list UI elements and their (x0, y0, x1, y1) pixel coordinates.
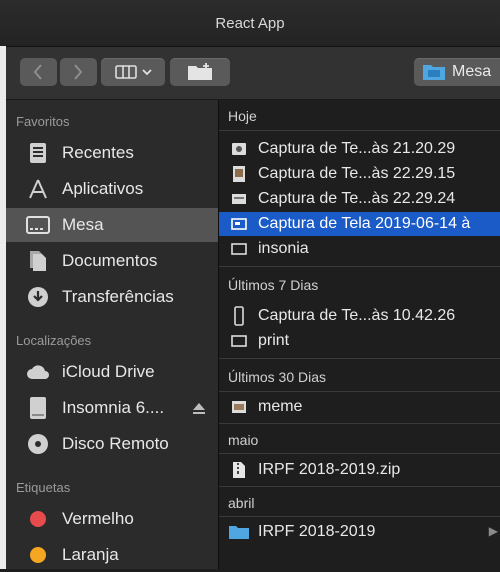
sidebar-item-label: Mesa (62, 215, 104, 234)
sidebar-item-insomnia-volume[interactable]: Insomnia 6.... (6, 391, 218, 425)
zip-file-icon (228, 459, 250, 481)
file-name: insonia (258, 240, 309, 257)
desktop-folder-icon (423, 65, 445, 80)
sidebar-item-label: Transferências (62, 287, 174, 306)
disclosure-arrow-icon: ▶ (488, 524, 498, 538)
sidebar-item-documents[interactable]: Documentos (6, 244, 218, 278)
screenshot-icon (228, 213, 250, 235)
sidebar-item-label: Laranja (62, 545, 119, 564)
screenshot-icon (228, 238, 250, 260)
sidebar-item-label: Vermelho (62, 509, 134, 528)
file-name: Captura de Te...às 22.29.24 (258, 190, 456, 207)
file-row[interactable]: meme (219, 395, 500, 419)
divider (219, 266, 500, 267)
documents-icon (26, 249, 50, 273)
divider (219, 516, 500, 517)
sidebar-item-label: Disco Remoto (62, 434, 169, 453)
divider (219, 358, 500, 359)
folder-row[interactable]: IRPF 2018-2019 ▶ (219, 520, 500, 544)
file-name: Captura de Te...às 21.20.29 (258, 140, 456, 157)
desktop-icon (26, 213, 50, 237)
tag-dot (30, 547, 46, 563)
file-name: Captura de Te...às 10.42.26 (258, 307, 456, 324)
file-name: IRPF 2018-2019 (258, 523, 376, 540)
toolbar: Mesa (6, 47, 500, 100)
disk-icon (26, 396, 50, 420)
file-row[interactable]: insonia (219, 237, 500, 261)
file-name: IRPF 2018-2019.zip (258, 461, 401, 478)
applications-icon (26, 177, 50, 201)
file-row[interactable]: Captura de Te...às 22.29.24 (219, 187, 500, 211)
location-label: Mesa (452, 63, 492, 80)
sidebar-item-tag-orange[interactable]: Laranja (6, 538, 218, 572)
sidebar-section-favorites: Favoritos (16, 114, 70, 129)
window-title: React App (215, 15, 285, 32)
group-header-today: Hoje (228, 108, 257, 124)
sidebar-item-label: Aplicativos (62, 179, 144, 198)
group-header-may: maio (228, 432, 259, 448)
columns-view-icon (114, 65, 137, 79)
file-name: meme (258, 398, 303, 415)
chevron-left-icon (33, 64, 42, 80)
remote-disc-icon (26, 432, 50, 456)
file-name: Captura de Tela 2019-06-14 à (258, 215, 471, 232)
file-name: print (258, 332, 290, 349)
group-header-april: abril (228, 495, 255, 511)
navigation-buttons (19, 58, 97, 86)
file-row[interactable]: print (219, 329, 500, 353)
sidebar-item-label: Documentos (62, 251, 158, 270)
red-tag-icon (26, 507, 50, 531)
sidebar-item-label: Insomnia 6.... (62, 398, 165, 417)
group-header-last-7-days: Últimos 7 Dias (228, 277, 319, 293)
file-row[interactable]: Captura de Te...às 10.42.26 (219, 304, 500, 328)
sidebar-item-remote-disc[interactable]: Disco Remoto (6, 427, 218, 461)
back-button[interactable] (19, 58, 57, 86)
sidebar-section-tags: Etiquetas (16, 480, 71, 495)
forward-button[interactable] (59, 58, 97, 86)
file-row[interactable]: IRPF 2018-2019.zip (219, 458, 500, 482)
screenshot-icon (228, 330, 250, 352)
sidebar-item-label: Recentes (62, 143, 134, 162)
tag-dot (30, 511, 46, 527)
sidebar-item-downloads[interactable]: Transferências (6, 280, 218, 314)
sidebar-item-tag-red[interactable]: Vermelho (6, 502, 218, 536)
new-folder-button[interactable] (170, 58, 230, 86)
sidebar-item-icloud-drive[interactable]: iCloud Drive (6, 355, 218, 389)
file-list: Hoje Captura de Te...às 21.20.29 Captura… (219, 100, 500, 569)
title-bar: React App (0, 0, 500, 47)
recents-icon (26, 141, 50, 165)
chevron-down-icon (141, 69, 152, 76)
image-file-icon (228, 163, 250, 185)
image-file-icon (228, 396, 250, 418)
file-row[interactable]: Captura de Te...às 21.20.29 (219, 137, 500, 161)
group-header-last-30-days: Últimos 30 Dias (228, 369, 327, 385)
divider (219, 130, 500, 131)
folder-icon (228, 521, 250, 543)
divider (219, 486, 500, 487)
sidebar: Favoritos Recentes Aplicativos Mesa Docu… (6, 100, 219, 569)
file-row[interactable]: Captura de Te...às 22.29.15 (219, 162, 500, 186)
file-name: Captura de Te...às 22.29.15 (258, 165, 456, 182)
phone-screenshot-icon (228, 305, 250, 327)
new-folder-icon (188, 63, 212, 80)
sidebar-item-applications[interactable]: Aplicativos (6, 172, 218, 206)
screenshot-icon (228, 188, 250, 210)
sidebar-item-desktop[interactable]: Mesa (6, 208, 218, 242)
chevron-right-icon (74, 64, 83, 80)
sidebar-item-label: iCloud Drive (62, 362, 155, 381)
divider (219, 423, 500, 424)
location-selector[interactable]: Mesa (414, 58, 500, 86)
eject-icon[interactable] (192, 400, 206, 420)
downloads-icon (26, 285, 50, 309)
sidebar-item-recents[interactable]: Recentes (6, 136, 218, 170)
sidebar-section-locations: Localizações (16, 333, 92, 348)
orange-tag-icon (26, 543, 50, 567)
screenshot-icon (228, 138, 250, 160)
icloud-icon (26, 360, 50, 384)
divider (219, 453, 500, 454)
view-mode-button[interactable] (101, 58, 165, 86)
divider (219, 391, 500, 392)
file-row-selected[interactable]: Captura de Tela 2019-06-14 à (219, 212, 500, 236)
